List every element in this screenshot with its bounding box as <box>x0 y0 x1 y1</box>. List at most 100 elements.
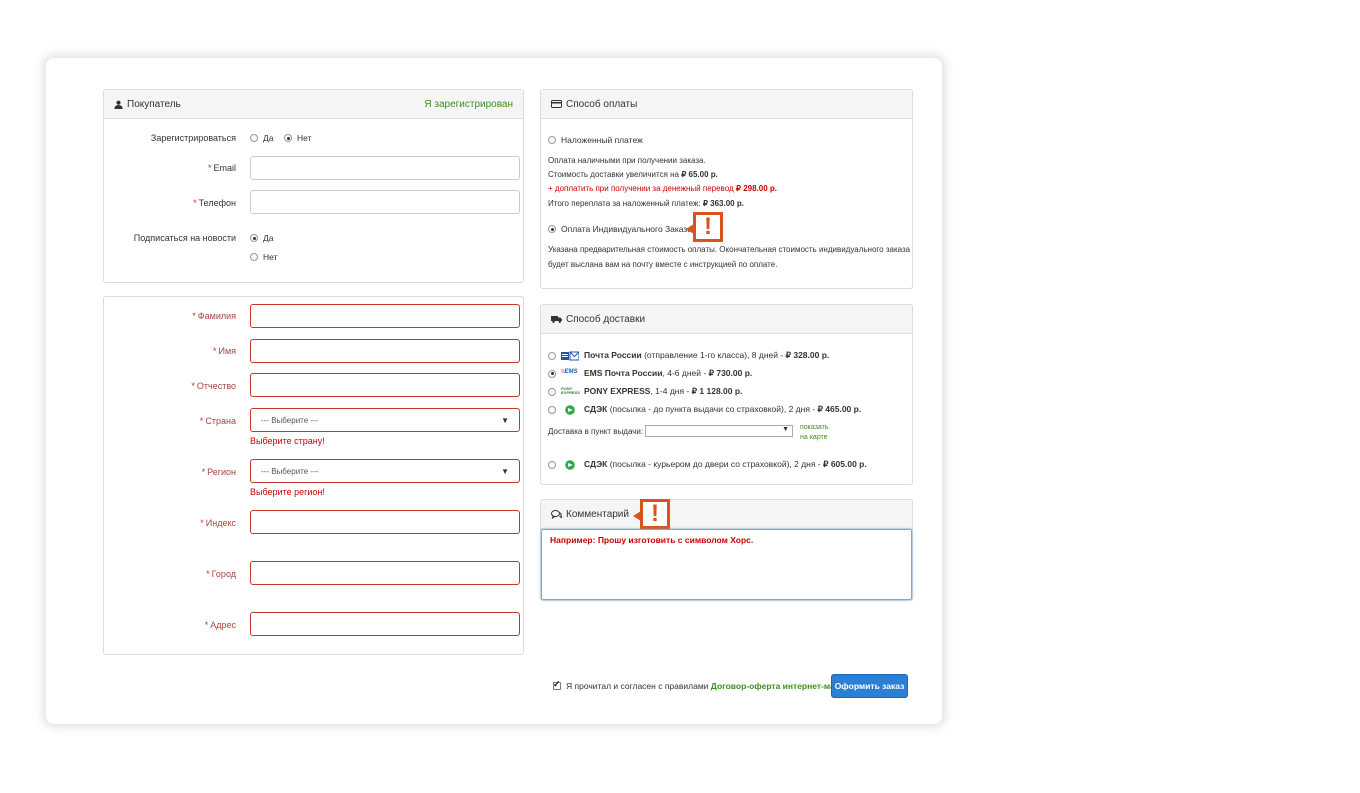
place-order-button[interactable]: Оформить заказ <box>831 674 908 698</box>
warning-callout-icon: ! <box>633 499 670 529</box>
show-on-map-line-1: показать <box>800 424 829 431</box>
payment-cod-label: Наложенный платеж <box>561 135 643 145</box>
register-no-label: Нет <box>297 133 312 143</box>
region-select[interactable]: --- Выберите --- ▼ <box>250 459 520 483</box>
delivery-option-russian-post[interactable]: Почта России (отправление 1-го класса), … <box>548 350 829 361</box>
delivery-name: EMS Почта России <box>584 368 663 378</box>
email-label-text: Email <box>213 163 236 173</box>
country-select[interactable]: --- Выберите --- ▼ <box>250 408 520 432</box>
delivery-name: Почта России <box>584 350 642 360</box>
delivery-price: ₽ 328.00 р. <box>785 350 830 360</box>
subscribe-label: Подписаться на новости <box>133 233 236 243</box>
middle-name-field[interactable] <box>250 373 520 397</box>
cod-line-4: Итого переплата за наложенный платеж: ₽ … <box>548 199 744 208</box>
delivery-price: ₽ 465.00 р. <box>817 404 862 414</box>
payment-individual-option[interactable]: Оплата Индивидуального Заказа <box>548 224 692 234</box>
zip-label: * Индекс <box>106 518 236 528</box>
delivery-option-ems[interactable]: ≡EMS EMS Почта России, 4-6 дней - ₽ 730.… <box>548 368 752 379</box>
cod-line-3: + доплатить при получении за денежный пе… <box>548 184 777 193</box>
register-no-radio[interactable] <box>284 134 292 142</box>
middle-name-label: * Отчество <box>106 381 236 391</box>
ems-logo-icon: ≡EMS <box>561 368 578 375</box>
subscribe-no-option[interactable]: Нет <box>250 252 277 262</box>
delivery-radio-cdek-courier[interactable] <box>548 460 556 469</box>
user-icon <box>114 100 123 109</box>
last-name-field[interactable] <box>250 304 520 328</box>
cod-line-2-prefix: Стоимость доставки увеличится на <box>548 170 679 179</box>
country-label: * Страна <box>106 416 236 426</box>
pickup-point-select[interactable]: ▼ <box>645 425 793 437</box>
register-yes-option[interactable]: Да <box>250 133 273 143</box>
last-name-label-text: Фамилия <box>197 311 236 321</box>
comment-textarea[interactable]: Например: Прошу изготовить с символом Хо… <box>541 529 912 600</box>
delivery-radio-ems[interactable] <box>548 369 556 378</box>
pony-express-logo-icon: PONY EXPRESS <box>561 386 580 397</box>
email-label: * Email <box>106 163 236 173</box>
registered-link[interactable]: Я зарегистрирован <box>424 99 513 110</box>
register-yes-radio[interactable] <box>250 134 258 142</box>
show-on-map-line-2: на карте <box>800 434 828 441</box>
delivery-desc: (посылка - до пункта выдачи со страховко… <box>607 404 818 414</box>
buyer-panel: Покупатель Я зарегистрирован <box>103 89 524 283</box>
delivery-desc: (отправление 1-го класса), 8 дней - <box>641 350 786 360</box>
subscribe-no-radio[interactable] <box>250 253 258 261</box>
delivery-option-pony[interactable]: PONY EXPRESS PONY EXPRESS, 1-4 дня - ₽ 1 … <box>548 386 742 397</box>
cod-line-4-value: ₽ 363.00 р. <box>702 199 744 208</box>
phone-field[interactable] <box>250 190 520 214</box>
delivery-name: PONY EXPRESS <box>584 386 651 396</box>
subscribe-no-label: Нет <box>263 252 278 262</box>
payment-cod-option[interactable]: Наложенный платеж <box>548 135 643 145</box>
city-field[interactable] <box>250 561 520 585</box>
region-select-value: --- Выберите --- <box>261 466 319 476</box>
agree-checkbox[interactable] <box>553 679 561 690</box>
street-label-text: Адрес <box>210 620 236 630</box>
street-field[interactable] <box>250 612 520 636</box>
agree-option[interactable]: Я прочитал и согласен с правилами Догово… <box>553 679 862 691</box>
delivery-radio-russian-post[interactable] <box>548 351 556 360</box>
register-yes-label: Да <box>263 133 274 143</box>
delivery-price: ₽ 1 128.00 р. <box>691 386 743 396</box>
cdek-logo-icon <box>561 459 579 470</box>
register-no-option[interactable]: Нет <box>284 133 311 143</box>
delivery-radio-cdek-pickup[interactable] <box>548 405 556 414</box>
zip-label-text: Индекс <box>205 518 236 528</box>
ems-logo-text: EMS <box>564 368 578 375</box>
delivery-name: СДЭК <box>584 404 608 414</box>
cod-line-4-prefix: Итого переплата за наложенный платеж: <box>548 199 701 208</box>
delivery-desc: , 4-6 дней - <box>662 368 709 378</box>
last-name-label: * Фамилия <box>106 311 236 321</box>
payment-cod-radio[interactable] <box>548 136 556 144</box>
payment-individual-label: Оплата Индивидуального Заказа <box>561 224 693 234</box>
email-field[interactable] <box>250 156 520 180</box>
country-select-value: --- Выберите --- <box>261 415 319 425</box>
required-mark: * <box>207 163 212 173</box>
subscribe-yes-radio[interactable] <box>250 234 258 242</box>
payment-individual-radio[interactable] <box>548 225 556 233</box>
delivery-option-cdek-courier[interactable]: СДЭК (посылка - курьером до двери со стр… <box>548 459 867 470</box>
cod-line-2: Стоимость доставки увеличится на ₽ 65.00… <box>548 170 718 179</box>
show-on-map-link[interactable]: показать на карте <box>800 423 829 443</box>
buyer-title: Покупатель <box>127 98 181 110</box>
delivery-option-cdek-pickup[interactable]: СДЭК (посылка - до пункта выдачи со стра… <box>548 404 861 415</box>
street-label: * Адрес <box>106 620 236 630</box>
delivery-price: ₽ 730.00 р. <box>708 368 753 378</box>
middle-name-label-text: Отчество <box>196 381 236 391</box>
phone-label-text: Телефон <box>198 198 236 208</box>
first-name-field[interactable] <box>250 339 520 363</box>
subscribe-yes-option[interactable]: Да <box>250 233 273 243</box>
required-mark: * <box>193 198 197 208</box>
credit-card-icon <box>551 100 562 108</box>
region-error: Выберите регион! <box>250 487 325 497</box>
agree-text: Я прочитал и согласен с правилами <box>566 681 709 691</box>
delivery-panel-header: Способ доставки <box>541 305 912 334</box>
delivery-name: СДЭК <box>584 459 608 469</box>
first-name-label: * Имя <box>106 346 236 356</box>
cod-line-1: Оплата наличными при получении заказа. <box>548 156 706 165</box>
zip-field[interactable] <box>250 510 520 534</box>
delivery-radio-pony[interactable] <box>548 387 556 396</box>
comment-title: Комментарий <box>566 508 629 520</box>
delivery-desc: (посылка - курьером до двери со страховк… <box>607 459 824 469</box>
first-name-label-text: Имя <box>218 346 236 356</box>
delivery-title: Способ доставки <box>566 313 646 325</box>
cod-line-2-value: ₽ 65.00 р. <box>681 170 718 179</box>
